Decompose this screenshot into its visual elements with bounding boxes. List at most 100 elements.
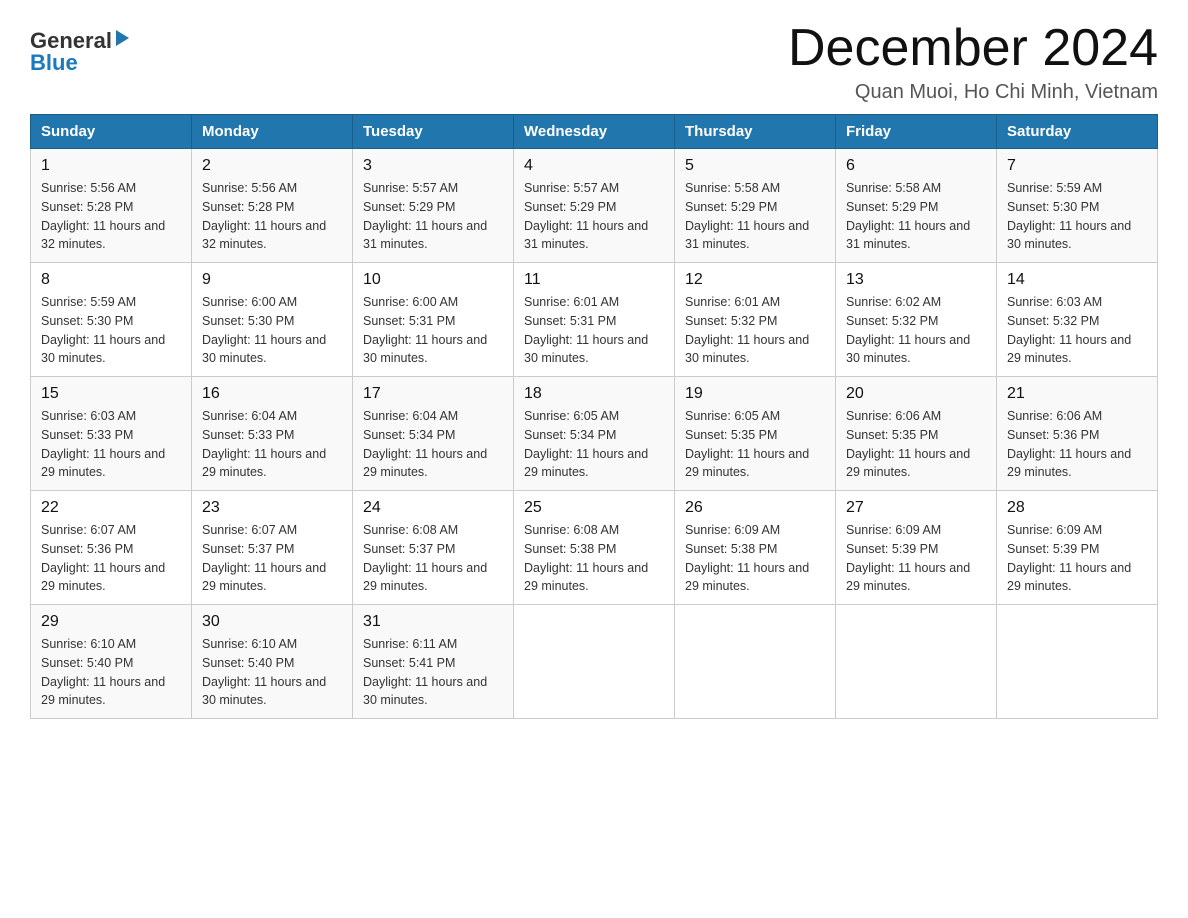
calendar-day-cell: 1 Sunrise: 5:56 AMSunset: 5:28 PMDayligh… [31, 149, 192, 263]
title-block: December 2024 Quan Muoi, Ho Chi Minh, Vi… [788, 20, 1158, 104]
calendar-day-cell: 9 Sunrise: 6:00 AMSunset: 5:30 PMDayligh… [192, 263, 353, 377]
calendar-day-cell [675, 605, 836, 719]
day-number: 31 [363, 613, 503, 631]
calendar-day-cell: 11 Sunrise: 6:01 AMSunset: 5:31 PMDaylig… [514, 263, 675, 377]
calendar-day-cell: 12 Sunrise: 6:01 AMSunset: 5:32 PMDaylig… [675, 263, 836, 377]
calendar-day-cell: 15 Sunrise: 6:03 AMSunset: 5:33 PMDaylig… [31, 377, 192, 491]
weekday-header-thursday: Thursday [675, 115, 836, 149]
calendar-day-cell: 8 Sunrise: 5:59 AMSunset: 5:30 PMDayligh… [31, 263, 192, 377]
day-number: 25 [524, 499, 664, 517]
calendar-day-cell: 22 Sunrise: 6:07 AMSunset: 5:36 PMDaylig… [31, 491, 192, 605]
day-number: 23 [202, 499, 342, 517]
day-number: 24 [363, 499, 503, 517]
day-info: Sunrise: 6:10 AMSunset: 5:40 PMDaylight:… [41, 637, 165, 707]
day-info: Sunrise: 6:03 AMSunset: 5:33 PMDaylight:… [41, 409, 165, 479]
weekday-header-friday: Friday [836, 115, 997, 149]
calendar-day-cell: 29 Sunrise: 6:10 AMSunset: 5:40 PMDaylig… [31, 605, 192, 719]
day-number: 1 [41, 157, 181, 175]
day-info: Sunrise: 6:09 AMSunset: 5:38 PMDaylight:… [685, 523, 809, 593]
calendar-day-cell: 20 Sunrise: 6:06 AMSunset: 5:35 PMDaylig… [836, 377, 997, 491]
day-info: Sunrise: 6:09 AMSunset: 5:39 PMDaylight:… [1007, 523, 1131, 593]
logo-general-text: General [30, 30, 112, 52]
calendar-table: SundayMondayTuesdayWednesdayThursdayFrid… [30, 114, 1158, 719]
day-info: Sunrise: 6:08 AMSunset: 5:37 PMDaylight:… [363, 523, 487, 593]
day-number: 20 [846, 385, 986, 403]
page-header: General Blue December 2024 Quan Muoi, Ho… [30, 20, 1158, 104]
location-subtitle: Quan Muoi, Ho Chi Minh, Vietnam [788, 81, 1158, 104]
day-info: Sunrise: 6:02 AMSunset: 5:32 PMDaylight:… [846, 295, 970, 365]
day-info: Sunrise: 6:00 AMSunset: 5:31 PMDaylight:… [363, 295, 487, 365]
day-info: Sunrise: 6:01 AMSunset: 5:31 PMDaylight:… [524, 295, 648, 365]
day-info: Sunrise: 6:06 AMSunset: 5:35 PMDaylight:… [846, 409, 970, 479]
day-number: 22 [41, 499, 181, 517]
day-info: Sunrise: 6:11 AMSunset: 5:41 PMDaylight:… [363, 637, 487, 707]
day-info: Sunrise: 6:08 AMSunset: 5:38 PMDaylight:… [524, 523, 648, 593]
day-number: 29 [41, 613, 181, 631]
day-number: 19 [685, 385, 825, 403]
day-number: 16 [202, 385, 342, 403]
day-number: 2 [202, 157, 342, 175]
day-info: Sunrise: 6:04 AMSunset: 5:33 PMDaylight:… [202, 409, 326, 479]
day-info: Sunrise: 6:06 AMSunset: 5:36 PMDaylight:… [1007, 409, 1131, 479]
month-title: December 2024 [788, 20, 1158, 77]
day-info: Sunrise: 5:58 AMSunset: 5:29 PMDaylight:… [846, 181, 970, 251]
day-info: Sunrise: 6:05 AMSunset: 5:34 PMDaylight:… [524, 409, 648, 479]
day-number: 21 [1007, 385, 1147, 403]
day-info: Sunrise: 6:01 AMSunset: 5:32 PMDaylight:… [685, 295, 809, 365]
weekday-header-saturday: Saturday [997, 115, 1158, 149]
calendar-day-cell [836, 605, 997, 719]
day-number: 4 [524, 157, 664, 175]
day-number: 13 [846, 271, 986, 289]
calendar-day-cell: 2 Sunrise: 5:56 AMSunset: 5:28 PMDayligh… [192, 149, 353, 263]
weekday-header-sunday: Sunday [31, 115, 192, 149]
day-number: 9 [202, 271, 342, 289]
calendar-week-row: 1 Sunrise: 5:56 AMSunset: 5:28 PMDayligh… [31, 149, 1158, 263]
day-number: 10 [363, 271, 503, 289]
day-number: 8 [41, 271, 181, 289]
day-number: 12 [685, 271, 825, 289]
logo-blue-text: Blue [30, 50, 78, 75]
day-number: 26 [685, 499, 825, 517]
day-info: Sunrise: 5:59 AMSunset: 5:30 PMDaylight:… [41, 295, 165, 365]
calendar-week-row: 8 Sunrise: 5:59 AMSunset: 5:30 PMDayligh… [31, 263, 1158, 377]
day-info: Sunrise: 6:00 AMSunset: 5:30 PMDaylight:… [202, 295, 326, 365]
day-info: Sunrise: 5:59 AMSunset: 5:30 PMDaylight:… [1007, 181, 1131, 251]
calendar-day-cell: 16 Sunrise: 6:04 AMSunset: 5:33 PMDaylig… [192, 377, 353, 491]
day-info: Sunrise: 6:04 AMSunset: 5:34 PMDaylight:… [363, 409, 487, 479]
day-number: 5 [685, 157, 825, 175]
day-info: Sunrise: 6:05 AMSunset: 5:35 PMDaylight:… [685, 409, 809, 479]
day-number: 18 [524, 385, 664, 403]
weekday-header-tuesday: Tuesday [353, 115, 514, 149]
calendar-week-row: 15 Sunrise: 6:03 AMSunset: 5:33 PMDaylig… [31, 377, 1158, 491]
day-info: Sunrise: 6:07 AMSunset: 5:37 PMDaylight:… [202, 523, 326, 593]
day-info: Sunrise: 5:57 AMSunset: 5:29 PMDaylight:… [363, 181, 487, 251]
day-info: Sunrise: 6:07 AMSunset: 5:36 PMDaylight:… [41, 523, 165, 593]
calendar-day-cell: 24 Sunrise: 6:08 AMSunset: 5:37 PMDaylig… [353, 491, 514, 605]
calendar-header-row: SundayMondayTuesdayWednesdayThursdayFrid… [31, 115, 1158, 149]
weekday-header-wednesday: Wednesday [514, 115, 675, 149]
calendar-day-cell [514, 605, 675, 719]
calendar-week-row: 22 Sunrise: 6:07 AMSunset: 5:36 PMDaylig… [31, 491, 1158, 605]
calendar-day-cell: 30 Sunrise: 6:10 AMSunset: 5:40 PMDaylig… [192, 605, 353, 719]
calendar-day-cell: 19 Sunrise: 6:05 AMSunset: 5:35 PMDaylig… [675, 377, 836, 491]
day-number: 17 [363, 385, 503, 403]
calendar-day-cell: 28 Sunrise: 6:09 AMSunset: 5:39 PMDaylig… [997, 491, 1158, 605]
day-number: 6 [846, 157, 986, 175]
calendar-day-cell: 23 Sunrise: 6:07 AMSunset: 5:37 PMDaylig… [192, 491, 353, 605]
day-number: 28 [1007, 499, 1147, 517]
calendar-day-cell: 27 Sunrise: 6:09 AMSunset: 5:39 PMDaylig… [836, 491, 997, 605]
day-number: 15 [41, 385, 181, 403]
day-number: 3 [363, 157, 503, 175]
calendar-day-cell: 10 Sunrise: 6:00 AMSunset: 5:31 PMDaylig… [353, 263, 514, 377]
day-info: Sunrise: 6:09 AMSunset: 5:39 PMDaylight:… [846, 523, 970, 593]
day-info: Sunrise: 6:10 AMSunset: 5:40 PMDaylight:… [202, 637, 326, 707]
calendar-day-cell: 3 Sunrise: 5:57 AMSunset: 5:29 PMDayligh… [353, 149, 514, 263]
calendar-day-cell: 31 Sunrise: 6:11 AMSunset: 5:41 PMDaylig… [353, 605, 514, 719]
day-number: 27 [846, 499, 986, 517]
day-number: 11 [524, 271, 664, 289]
day-info: Sunrise: 5:56 AMSunset: 5:28 PMDaylight:… [202, 181, 326, 251]
calendar-day-cell: 14 Sunrise: 6:03 AMSunset: 5:32 PMDaylig… [997, 263, 1158, 377]
calendar-day-cell: 13 Sunrise: 6:02 AMSunset: 5:32 PMDaylig… [836, 263, 997, 377]
calendar-day-cell: 17 Sunrise: 6:04 AMSunset: 5:34 PMDaylig… [353, 377, 514, 491]
logo-icon: General Blue [30, 30, 129, 74]
